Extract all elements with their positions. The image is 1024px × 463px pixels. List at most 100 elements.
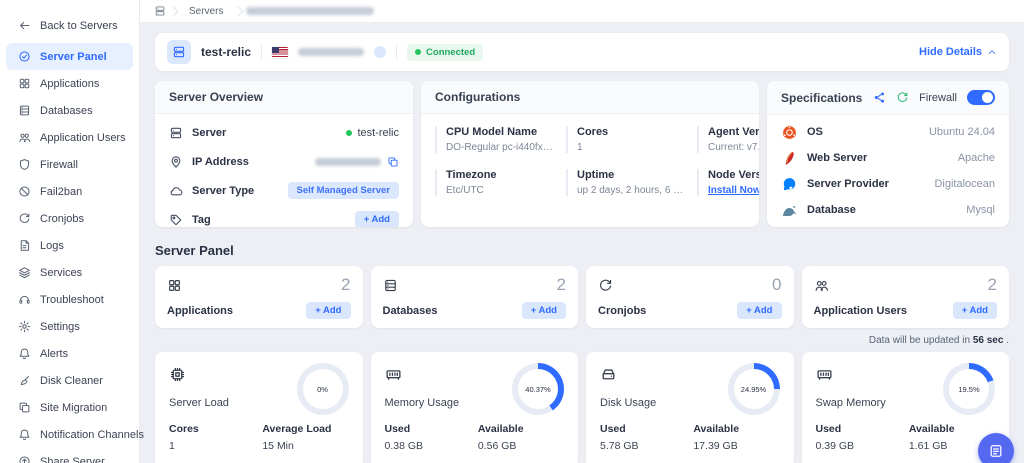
card-title: Configurations: [421, 81, 759, 114]
refresh-icon[interactable]: [896, 91, 909, 104]
stat-top: 0: [598, 275, 782, 295]
hide-details-button[interactable]: Hide Details: [919, 46, 997, 58]
firewall-toggle[interactable]: [967, 90, 995, 105]
bell-icon: [18, 428, 31, 441]
main-area: Servers test-relic Connected: [140, 0, 1024, 463]
add-cronjob-button[interactable]: + Add: [737, 302, 781, 319]
resource-gauges: Server Load 0% Cores 1 Average Load: [155, 352, 1009, 463]
sidebar-item-cronjobs[interactable]: Cronjobs: [6, 205, 133, 232]
ram-icon: [816, 366, 833, 383]
cronjobs-count: 0: [772, 275, 781, 295]
sidebar-item-disk-cleaner[interactable]: Disk Cleaner: [6, 367, 133, 394]
ip-info-badge[interactable]: [374, 46, 386, 58]
overview-row-type: Server Type Self Managed Server: [169, 176, 399, 205]
chevron-separator-icon: [234, 6, 244, 16]
sidebar-item-settings[interactable]: Settings: [6, 313, 133, 340]
cronjobs-card[interactable]: 0 Cronjobs + Add: [586, 266, 794, 328]
sidebar-item-application-users[interactable]: Application Users: [6, 124, 133, 151]
sidebar-item-site-migration[interactable]: Site Migration: [6, 394, 133, 421]
config-label: Node Version: [708, 169, 759, 181]
add-application-button[interactable]: + Add: [306, 302, 350, 319]
update-seconds: 56 sec: [973, 335, 1004, 346]
sidebar-item-label: Disk Cleaner: [40, 375, 103, 387]
sidebar-item-logs[interactable]: Logs: [6, 232, 133, 259]
sidebar-item-label: Notification Channels: [40, 429, 144, 441]
server-icon-box: [167, 40, 191, 64]
sidebar: Back to Servers Server Panel Application…: [0, 0, 140, 463]
sidebar-item-alerts[interactable]: Alerts: [6, 340, 133, 367]
stat-top: 2: [383, 275, 567, 295]
share-icon[interactable]: [873, 91, 886, 104]
copy-icon[interactable]: [387, 156, 399, 168]
gauge-stat-right: Average Load 15 Min: [262, 423, 348, 452]
gauge-top: Server Load 0%: [169, 363, 349, 415]
gauge-label: Memory Usage: [385, 397, 460, 409]
sidebar-item-share-server[interactable]: Share Server: [6, 448, 133, 463]
specifications-header: Specifications Firewall: [767, 81, 1009, 115]
sidebar-item-label: Alerts: [40, 348, 68, 360]
databases-card[interactable]: 2 Databases + Add: [371, 266, 579, 328]
arrow-left-icon: [18, 19, 31, 32]
memory-usage-card: Memory Usage 40.37% Used 0.38 GB Availab…: [371, 352, 579, 463]
headset-icon: [18, 293, 31, 306]
sidebar-item-notification-channels[interactable]: Notification Channels: [6, 421, 133, 448]
database-icon: [18, 104, 31, 117]
support-chat-button[interactable]: [978, 433, 1014, 463]
gauge-top: Memory Usage 40.37%: [385, 363, 565, 415]
applications-count: 2: [341, 275, 350, 295]
gauge-label: Disk Usage: [600, 397, 656, 409]
refresh-icon: [18, 212, 31, 225]
stat-label: Available: [909, 423, 995, 435]
ip-blurred: [315, 158, 381, 166]
sidebar-item-firewall[interactable]: Firewall: [6, 151, 133, 178]
breadcrumb-servers[interactable]: Servers: [181, 6, 231, 17]
application-users-card[interactable]: 2 Application Users + Add: [802, 266, 1010, 328]
grid-icon: [167, 278, 182, 293]
document-icon: [18, 239, 31, 252]
config-label: Uptime: [577, 169, 687, 181]
gauge-stat-right: Available 0.56 GB: [478, 423, 564, 452]
digitalocean-logo-icon: [781, 176, 798, 193]
gauge-top: Disk Usage 24.95%: [600, 363, 780, 415]
add-tag-button[interactable]: + Add: [355, 211, 399, 227]
divider: [261, 44, 262, 60]
cpu-icon: [169, 366, 186, 383]
refresh-icon: [598, 278, 613, 293]
sidebar-item-databases[interactable]: Databases: [6, 97, 133, 124]
firewall-label: Firewall: [919, 92, 957, 104]
gauge-left: Memory Usage: [385, 363, 460, 415]
stat-label: Applications: [167, 305, 233, 317]
stat-label: Used: [600, 423, 686, 435]
location-pin-icon: [169, 155, 183, 169]
data-update-notice: Data will be updated in 56 sec .: [155, 335, 1009, 346]
sidebar-item-label: Fail2ban: [40, 186, 82, 198]
server-type-badge: Self Managed Server: [288, 182, 399, 199]
content: test-relic Connected Hide Details: [140, 23, 1024, 463]
gauge-stats: Used 0.39 GB Available 1.61 GB: [816, 423, 996, 452]
sidebar-item-services[interactable]: Services: [6, 259, 133, 286]
sidebar-item-troubleshoot[interactable]: Troubleshoot: [6, 286, 133, 313]
status-dot-icon: [415, 49, 421, 55]
stat-bottom: Cronjobs + Add: [598, 302, 782, 319]
gauge-stats: Used 0.38 GB Available 0.56 GB: [385, 423, 565, 452]
stat-bottom: Databases + Add: [383, 302, 567, 319]
spec-row-database: Database Mysql: [781, 197, 995, 223]
gauge-stat-left: Used 0.39 GB: [816, 423, 902, 452]
sidebar-item-fail2ban[interactable]: Fail2ban: [6, 178, 133, 205]
server-icon: [154, 5, 166, 17]
install-now-link[interactable]: Install Now: [708, 185, 759, 196]
swap-memory-donut: 19.5%: [943, 363, 995, 415]
gear-icon: [18, 320, 31, 333]
sidebar-item-applications[interactable]: Applications: [6, 70, 133, 97]
sidebar-item-server-panel[interactable]: Server Panel: [6, 43, 133, 70]
stat-top: 2: [167, 275, 351, 295]
add-application-user-button[interactable]: + Add: [953, 302, 997, 319]
add-database-button[interactable]: + Add: [522, 302, 566, 319]
gauge-percent: 19.5%: [949, 369, 989, 409]
copy-icon: [18, 401, 31, 414]
stat-label: Databases: [383, 305, 438, 317]
layers-icon: [18, 266, 31, 279]
sidebar-back-to-servers[interactable]: Back to Servers: [6, 12, 133, 39]
gauge-stats: Cores 1 Average Load 15 Min: [169, 423, 349, 452]
applications-card[interactable]: 2 Applications + Add: [155, 266, 363, 328]
